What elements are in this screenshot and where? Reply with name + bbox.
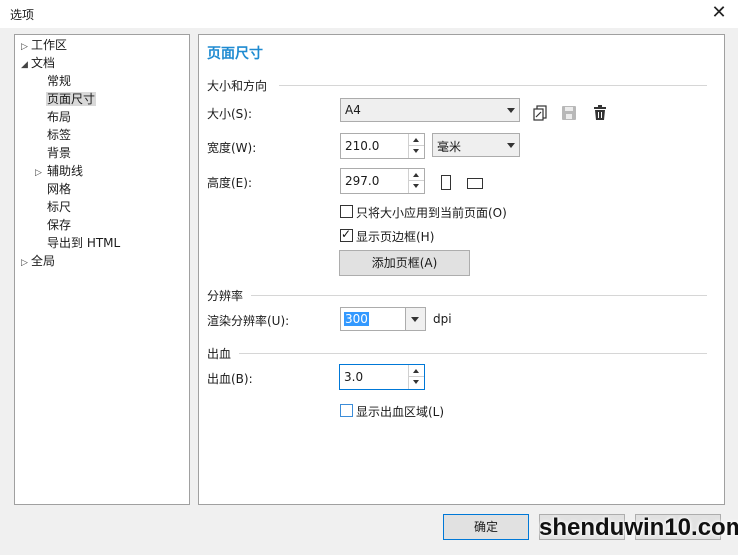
tree-item-workspace[interactable]: ▷ 工作区: [21, 37, 67, 54]
landscape-icon[interactable]: [467, 178, 483, 189]
bleed-spinner[interactable]: 3.0: [339, 364, 425, 390]
dpi-unit: dpi: [433, 312, 452, 326]
show-bleed-area-checkbox[interactable]: [340, 404, 353, 417]
tree-item-grid[interactable]: 网格: [47, 181, 71, 198]
expand-arrow-icon[interactable]: ▷: [21, 255, 31, 272]
chevron-down-icon[interactable]: [405, 308, 425, 330]
window-title: 选项: [10, 8, 35, 22]
close-icon[interactable]: ✕: [706, 2, 732, 24]
tree-item-rulers[interactable]: 标尺: [47, 199, 71, 216]
ok-button[interactable]: 确定: [443, 514, 529, 540]
tree-item-global[interactable]: ▷ 全局: [21, 253, 55, 270]
tree-item-page-size[interactable]: 页面尺寸: [46, 91, 97, 108]
section-title-size: 大小和方向: [207, 79, 268, 93]
tree-item-label[interactable]: 标签: [47, 127, 71, 144]
size-label: 大小(S):: [207, 107, 253, 121]
render-resolution-combo[interactable]: 300: [340, 307, 426, 331]
trash-icon[interactable]: [592, 105, 608, 121]
spin-up-icon[interactable]: [409, 169, 424, 181]
section-divider: [279, 85, 707, 86]
height-spinner[interactable]: 297.0: [340, 168, 425, 194]
spin-down-icon[interactable]: [409, 146, 424, 158]
collapse-arrow-icon[interactable]: ◢: [21, 57, 31, 74]
spin-down-icon[interactable]: [409, 377, 424, 389]
tree-item-save[interactable]: 保存: [47, 217, 71, 234]
tree-item-document[interactable]: ◢ 文档: [21, 55, 55, 72]
render-resolution-label: 渲染分辨率(U):: [207, 314, 290, 328]
custom-page-icon[interactable]: [532, 104, 550, 122]
watermark-text: shenduwin10.com: [539, 514, 738, 541]
size-dropdown[interactable]: A4: [340, 98, 520, 122]
expand-arrow-icon[interactable]: ▷: [35, 165, 45, 182]
spin-up-icon[interactable]: [409, 365, 424, 377]
section-title-bleed: 出血: [207, 347, 232, 361]
page-title: 页面尺寸: [207, 46, 263, 62]
tree-item-layout[interactable]: 布局: [47, 109, 71, 126]
settings-panel: 页面尺寸 大小和方向 大小(S): A4 宽度(W): 210.0 毫米 高度(…: [198, 34, 725, 505]
expand-arrow-icon[interactable]: ▷: [21, 39, 31, 56]
section-title-resolution: 分辨率: [207, 289, 244, 303]
save-icon[interactable]: [561, 105, 577, 121]
unit-dropdown[interactable]: 毫米: [432, 133, 520, 157]
tree-item-export-html[interactable]: 导出到 HTML: [47, 235, 120, 252]
category-tree: ▷ 工作区 ◢ 文档 常规 页面尺寸 布局 标签 背景 ▷ 辅助线 网格 标尺 保存: [14, 34, 190, 505]
spin-down-icon[interactable]: [409, 181, 424, 193]
chevron-down-icon[interactable]: [503, 99, 519, 121]
tree-item-background[interactable]: 背景: [47, 145, 71, 162]
show-page-border-checkbox[interactable]: [340, 227, 353, 242]
tree-item-general[interactable]: 常规: [47, 73, 71, 90]
bleed-label: 出血(B):: [207, 372, 253, 386]
width-spinner[interactable]: 210.0: [340, 133, 425, 159]
portrait-icon[interactable]: [441, 175, 451, 190]
show-page-border-label: 显示页边框(H): [356, 230, 435, 244]
options-dialog: 选项 ✕ ▷ 工作区 ◢ 文档 常规 页面尺寸 布局 标签 背景 ▷ 辅助线 网格: [0, 0, 738, 555]
tree-item-guidelines[interactable]: ▷ 辅助线: [35, 163, 83, 180]
height-label: 高度(E):: [207, 176, 252, 190]
apply-current-page-label: 只将大小应用到当前页面(O): [356, 206, 507, 220]
width-label: 宽度(W):: [207, 141, 257, 155]
show-bleed-area-label: 显示出血区域(L): [356, 405, 445, 419]
section-divider: [251, 295, 707, 296]
section-divider: [239, 353, 707, 354]
apply-current-page-checkbox[interactable]: [340, 205, 353, 218]
add-page-frame-button[interactable]: 添加页框(A): [339, 250, 470, 276]
spin-up-icon[interactable]: [409, 134, 424, 146]
chevron-down-icon[interactable]: [503, 134, 519, 156]
title-bar: 选项 ✕: [0, 0, 738, 28]
